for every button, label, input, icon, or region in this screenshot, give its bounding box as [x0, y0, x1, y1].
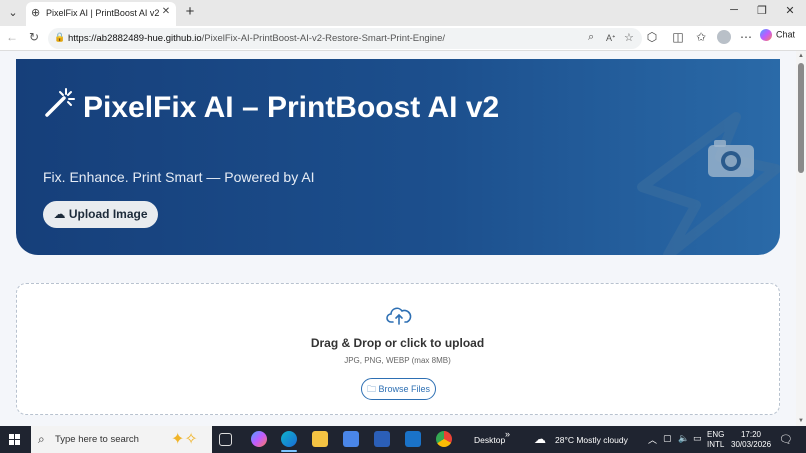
dropzone-title: Drag & Drop or click to upload: [310, 336, 485, 350]
network-icon[interactable]: ▢: [663, 433, 672, 444]
clock-time: 17:20: [740, 430, 762, 439]
read-aloud-icon[interactable]: Aᐩ: [606, 33, 616, 44]
split-screen-icon[interactable]: ◫: [670, 30, 686, 44]
tab-actions-menu-icon[interactable]: ⌄: [4, 4, 22, 22]
edge-browser-icon[interactable]: [281, 431, 297, 447]
copilot-app-icon[interactable]: [251, 431, 267, 447]
tab-title: PixelFix AI | PrintBoost AI v2 – Resto: [46, 8, 160, 18]
globe-icon: ⊕: [31, 7, 41, 19]
windows-taskbar: ⌕ Type here to search ✦✧ Desktop » ☁ 28°…: [0, 426, 806, 453]
microsoft-store-icon[interactable]: [343, 431, 359, 447]
word-icon[interactable]: [374, 431, 390, 447]
magic-wand-icon: [45, 88, 75, 117]
cloud-upload-icon: [386, 307, 412, 325]
lang-code: ENG: [707, 430, 725, 439]
refresh-icon[interactable]: ↻: [26, 30, 42, 44]
desktop-toolbar-label[interactable]: Desktop: [474, 435, 505, 445]
restore-icon[interactable]: ❐: [754, 4, 770, 17]
notifications-icon[interactable]: 🗨: [779, 433, 793, 446]
hero-banner: PixelFix AI – PrintBoost AI v2 Fix. Enha…: [16, 59, 780, 255]
tab-strip: ⌄ ⊕ PixelFix AI | PrintBoost AI v2 – Res…: [0, 0, 806, 26]
dropzone-formats: JPG, PNG, WEBP (max 8MB): [344, 356, 451, 365]
extensions-icon[interactable]: ⬡: [644, 30, 660, 44]
lang-layout: INTL: [707, 440, 725, 449]
minimize-icon[interactable]: ─: [726, 4, 742, 16]
system-clock[interactable]: 17:20 30/03/2026: [731, 430, 771, 450]
favorites-icon[interactable]: ✩: [693, 30, 709, 44]
hero-title-text: PixelFix AI – PrintBoost AI v2: [83, 91, 500, 124]
copilot-icon: [760, 29, 772, 41]
address-bar: ← ↻ 🔒 https://ab2882489-hue.github.io/Pi…: [0, 26, 806, 51]
hero-subtitle: Fix. Enhance. Print Smart — Powered by A…: [43, 169, 315, 185]
zoom-icon[interactable]: ⌕: [588, 31, 594, 44]
show-hidden-icons-icon[interactable]: ︿: [648, 433, 657, 446]
task-view-icon[interactable]: [219, 433, 232, 446]
battery-icon[interactable]: ▭: [693, 433, 702, 444]
upload-dropzone[interactable]: Drag & Drop or click to upload JPG, PNG,…: [16, 283, 780, 415]
browse-files-button[interactable]: 🗀 Browse Files: [361, 378, 436, 400]
input-language[interactable]: ENG INTL: [707, 430, 724, 450]
search-placeholder: Type here to search: [55, 434, 139, 445]
new-tab-icon[interactable]: +: [182, 3, 198, 20]
more-options-icon[interactable]: ⋯: [738, 30, 754, 44]
chat-label: Chat: [776, 29, 796, 40]
back-icon[interactable]: ←: [4, 30, 20, 44]
browse-label: Browse Files: [378, 384, 431, 394]
url-host: https://ab2882489-hue.github.io: [68, 33, 202, 44]
taskbar-search-input[interactable]: ⌕ Type here to search ✦✧: [31, 426, 212, 453]
page-title: PixelFix AI – PrintBoost AI v2: [43, 87, 513, 128]
upload-image-button[interactable]: ☁ Upload Image: [43, 201, 158, 228]
url-path: /PixelFix-AI-PrintBoost-AI-v2-Restore-Sm…: [201, 33, 446, 44]
scroll-up-icon[interactable]: ▲: [796, 53, 806, 59]
cloud-upload-icon: ☁: [53, 207, 66, 221]
active-app-indicator: [281, 450, 297, 452]
weather-text[interactable]: 28°C Mostly cloudy: [555, 435, 628, 445]
favorite-star-icon[interactable]: ☆: [624, 31, 634, 44]
profile-avatar[interactable]: [717, 30, 731, 44]
chrome-icon[interactable]: [436, 431, 452, 447]
sparkle-icon: ✦✧: [171, 431, 198, 448]
camera-icon: [708, 140, 754, 177]
upload-label: Upload Image: [68, 207, 148, 221]
folder-icon: 🗀: [366, 384, 376, 394]
volume-icon[interactable]: 🔈: [678, 433, 689, 444]
close-window-icon[interactable]: ✕: [782, 4, 798, 17]
scroll-thumb[interactable]: [798, 63, 804, 173]
lightning-camera-illustration: [637, 112, 780, 255]
url-field[interactable]: 🔒 https://ab2882489-hue.github.io/PixelF…: [48, 28, 642, 49]
toolbar-expand-icon[interactable]: »: [505, 429, 510, 439]
copilot-chat-button[interactable]: Chat: [760, 29, 795, 47]
browser-tab[interactable]: ⊕ PixelFix AI | PrintBoost AI v2 – Resto…: [26, 2, 176, 26]
scroll-down-icon[interactable]: ▼: [796, 418, 806, 424]
weather-icon: ☁: [534, 432, 546, 446]
windows-start-icon[interactable]: [9, 434, 20, 445]
clock-date: 30/03/2026: [731, 440, 772, 449]
search-icon: ⌕: [38, 432, 45, 446]
outlook-icon[interactable]: [405, 431, 421, 447]
lock-icon: 🔒: [54, 32, 66, 42]
close-tab-icon[interactable]: ✕: [160, 6, 172, 17]
file-explorer-icon[interactable]: [312, 431, 328, 447]
page-scrollbar[interactable]: ▲ ▼: [796, 51, 806, 426]
page-viewport: PixelFix AI – PrintBoost AI v2 Fix. Enha…: [0, 51, 806, 426]
